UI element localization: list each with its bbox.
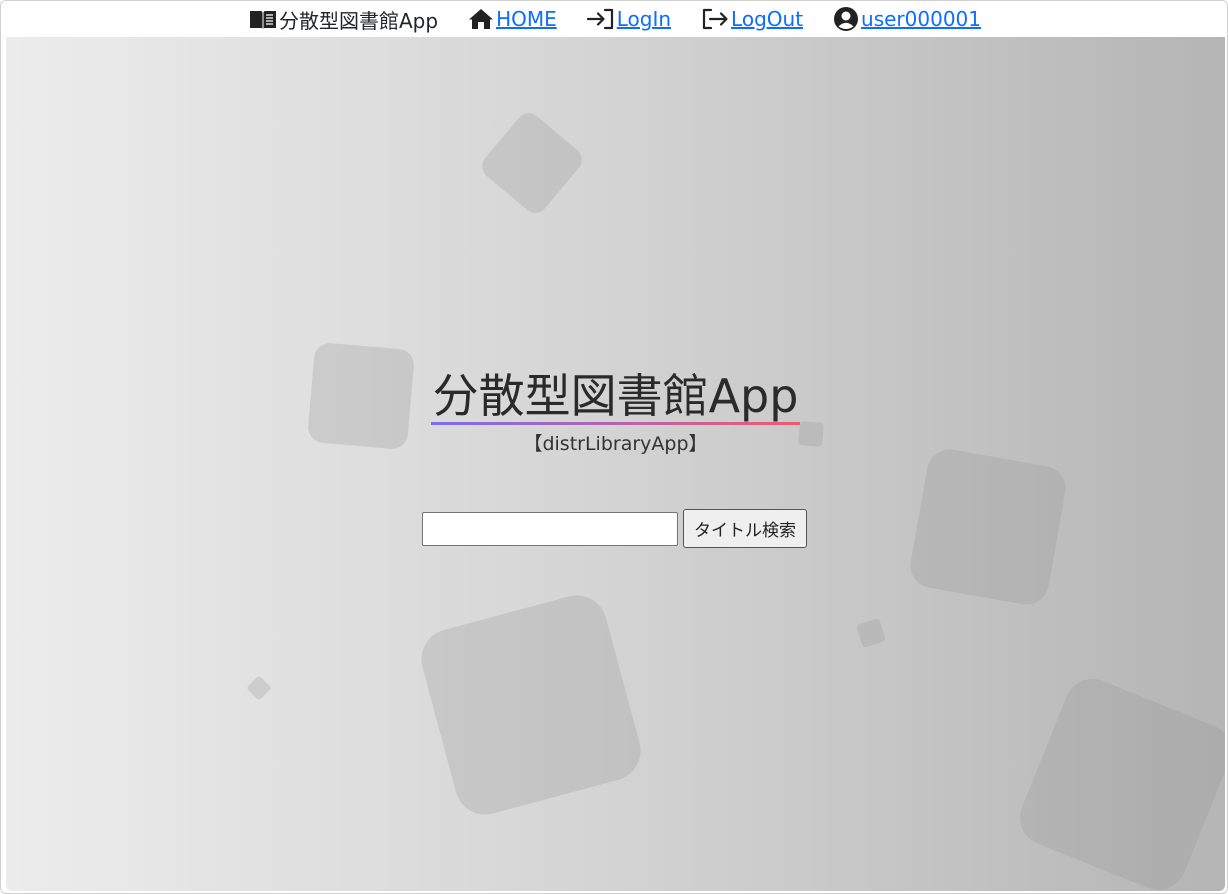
login-icon [586, 8, 613, 30]
home-icon [469, 9, 494, 29]
nav-item-login[interactable]: LogIn [586, 7, 671, 31]
app-window: 分散型図書館App HOME LogIn LogOut user000001 分… [0, 0, 1228, 894]
page-title: 分散型図書館App [430, 367, 801, 425]
decorative-square [1011, 670, 1225, 891]
nav-item-logout[interactable]: LogOut [701, 7, 803, 31]
nav-item-home[interactable]: HOME [468, 7, 557, 31]
nav-link-login[interactable]: LogIn [617, 7, 671, 31]
nav-brand[interactable]: 分散型図書館App [249, 5, 438, 34]
title-search-button[interactable]: タイトル検索 [683, 509, 807, 548]
book-open-icon [249, 11, 276, 29]
page-subtitle: 【distrLibraryApp】 [523, 433, 708, 455]
nav-item-user[interactable]: user000001 [833, 6, 981, 32]
nav-link-home[interactable]: HOME [496, 7, 557, 31]
decorative-square [477, 108, 587, 218]
title-search-form: タイトル検索 [422, 509, 807, 548]
decorative-square [855, 617, 887, 649]
hero-title-block: 分散型図書館App 【distrLibraryApp】 [6, 367, 1225, 456]
top-navbar: 分散型図書館App HOME LogIn LogOut user000001 [1, 1, 1227, 37]
hero-section: 分散型図書館App 【distrLibraryApp】 タイトル検索 [6, 37, 1225, 891]
decorative-square [246, 675, 272, 701]
logout-icon [702, 8, 728, 30]
decorative-square [414, 588, 648, 822]
nav-link-user[interactable]: user000001 [861, 7, 981, 31]
nav-link-logout[interactable]: LogOut [731, 7, 803, 31]
brand-label[interactable]: 分散型図書館App [279, 5, 438, 34]
decorative-square [906, 445, 1070, 609]
user-circle-icon [834, 7, 859, 31]
search-input[interactable] [422, 511, 678, 546]
